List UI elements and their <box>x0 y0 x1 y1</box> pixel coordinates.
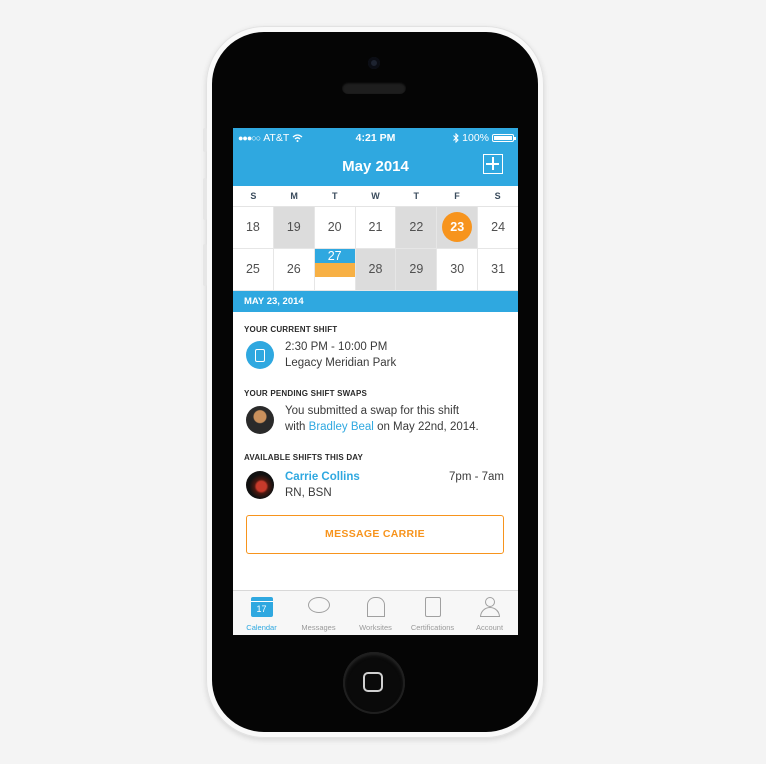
available-shift-time: 7pm - 7am <box>449 471 504 483</box>
message-carrie-button[interactable]: MESSAGE CARRIE <box>246 515 504 554</box>
available-shifts-label: AVAILABLE SHIFTS THIS DAY <box>244 453 364 462</box>
avatar <box>246 406 274 434</box>
chat-bubble-icon <box>307 597 330 613</box>
colleague-name-link[interactable]: Carrie Collins <box>285 471 360 483</box>
swap-person-link[interactable]: Bradley Beal <box>309 421 374 433</box>
day-number: 29 <box>409 262 424 276</box>
tab-bar: 17 Calendar Messages Worksites Certifica… <box>233 590 518 635</box>
home-square-icon <box>363 672 383 692</box>
calendar-day[interactable]: 24 <box>478 207 518 249</box>
day-number: 22 <box>409 220 424 234</box>
shift-swap-icon <box>246 341 274 369</box>
calendar-day-selected[interactable]: 23 <box>437 207 479 249</box>
swap-detail: with Bradley Beal on May 22nd, 2014. <box>285 421 479 433</box>
swap-detail-prefix: with <box>285 421 309 433</box>
weekday-label: S <box>494 191 501 201</box>
calendar-day[interactable]: 25 <box>233 249 274 291</box>
calendar-day[interactable]: 28 <box>355 249 397 291</box>
volume-up-button <box>203 178 207 220</box>
tab-account[interactable]: Account <box>461 591 518 635</box>
day-number: 21 <box>368 220 383 234</box>
front-camera <box>368 57 380 69</box>
day-number: 30 <box>450 262 465 276</box>
building-icon <box>366 597 385 617</box>
shift-swap-marker <box>314 263 355 277</box>
tab-certifications[interactable]: Certifications <box>404 591 461 635</box>
day-number: 27 <box>314 249 355 263</box>
calendar-day[interactable]: 20 <box>314 207 356 249</box>
day-number: 28 <box>368 262 383 276</box>
colleague-credentials: RN, BSN <box>285 487 332 499</box>
calendar-icon: 17 <box>250 597 273 617</box>
calendar-day[interactable]: 21 <box>355 207 397 249</box>
day-number: 19 <box>286 220 301 234</box>
calendar-day[interactable]: 18 <box>233 207 274 249</box>
certificate-icon <box>424 597 441 617</box>
add-shift-button[interactable] <box>483 154 503 174</box>
calendar-day-scheduled[interactable]: 27 <box>314 249 356 291</box>
calendar-day[interactable]: 30 <box>437 249 479 291</box>
swap-detail-suffix: on May 22nd, 2014. <box>373 421 479 433</box>
tab-label: Account <box>475 623 504 632</box>
swap-text: You submitted a swap for this shift <box>285 405 460 417</box>
calendar-week: 18 19 20 21 22 23 24 <box>233 207 518 249</box>
tab-label: Worksites <box>359 623 392 632</box>
day-number: 23 <box>442 212 473 242</box>
calendar-day[interactable]: 19 <box>273 207 315 249</box>
weekday-label: T <box>332 191 338 201</box>
weekday-label: W <box>371 191 380 201</box>
weekday-label: F <box>454 191 460 201</box>
battery-percentage: 100% <box>462 132 489 144</box>
mute-switch <box>203 128 207 152</box>
tab-calendar[interactable]: 17 Calendar <box>233 591 290 635</box>
day-number: 26 <box>286 262 301 276</box>
tab-messages[interactable]: Messages <box>290 591 347 635</box>
pending-swaps-label: YOUR PENDING SHIFT SWAPS <box>244 389 368 398</box>
day-number: 18 <box>245 220 260 234</box>
tab-label: Calendar <box>246 623 277 632</box>
shift-time: 2:30 PM - 10:00 PM <box>285 341 388 353</box>
tab-worksites[interactable]: Worksites <box>347 591 404 635</box>
earpiece-speaker <box>342 82 406 94</box>
day-number: 25 <box>245 262 260 276</box>
avatar <box>246 471 274 499</box>
day-number: 31 <box>491 262 506 276</box>
calendar-week: 25 26 27 28 29 30 31 <box>233 249 518 291</box>
month-title: May 2014 <box>342 158 409 175</box>
bluetooth-icon <box>453 133 459 143</box>
calendar-day[interactable]: 29 <box>396 249 438 291</box>
tab-label: Messages <box>301 623 336 632</box>
current-shift-label: YOUR CURRENT SHIFT <box>244 325 338 334</box>
calendar-day[interactable]: 26 <box>273 249 315 291</box>
day-number: 24 <box>491 220 506 234</box>
person-icon <box>479 597 500 617</box>
app-screen: ●●●○○ AT&T 4:21 PM 100% May 2014 S M T W… <box>233 128 518 635</box>
calendar-day[interactable]: 31 <box>478 249 518 291</box>
weekday-label: M <box>290 191 298 201</box>
selected-date-header: MAY 23, 2014 <box>233 291 518 312</box>
calendar-day[interactable]: 22 <box>396 207 438 249</box>
shift-location: Legacy Meridian Park <box>285 357 397 369</box>
weekday-label: S <box>250 191 257 201</box>
navigation-bar: May 2014 <box>233 148 518 186</box>
weekday-label: T <box>413 191 419 201</box>
day-number: 20 <box>327 220 342 234</box>
battery-icon <box>492 134 516 142</box>
volume-down-button <box>203 244 207 286</box>
weekday-header: S M T W T F S <box>233 186 518 207</box>
home-button[interactable] <box>343 652 405 714</box>
tab-label: Certifications <box>410 623 455 632</box>
status-bar: ●●●○○ AT&T 4:21 PM 100% <box>233 128 518 148</box>
